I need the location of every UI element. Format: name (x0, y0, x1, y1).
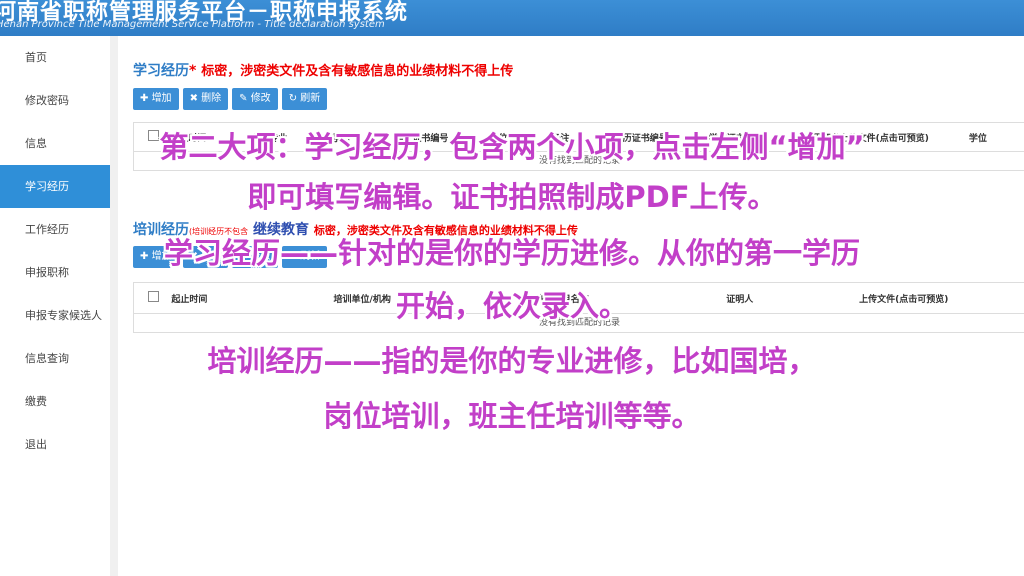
study-add-button[interactable]: ✚ 增加 (133, 88, 179, 110)
caption-line-5: 培训经历——指的是你的专业进修，比如国培， (207, 344, 817, 378)
study-section-title: 学习经历* 标密，涉密类文件及含有敏感信息的业绩材料不得上传 (133, 60, 513, 80)
refresh-icon: ↻ (288, 93, 301, 104)
required-star: * (189, 63, 197, 79)
study-refresh-button[interactable]: ↻ 刷新 (281, 88, 328, 110)
close-icon: ✖ (189, 93, 202, 104)
app-header: 河南省职称管理服务平台－职称申报系统 Henan Province Title … (0, 0, 1024, 36)
caption-line-3: 学习经历——针对的是你的学历进修。从你的第一学历 (163, 236, 860, 270)
study-title: 学习经历 (133, 63, 189, 79)
sidebar-item-home[interactable]: 首页 (0, 36, 110, 79)
study-delete-button[interactable]: ✖ 删除 (182, 88, 229, 110)
plus-icon: ✚ (140, 93, 152, 104)
edit-icon: ✎ (239, 93, 251, 104)
caption-line-1: 第二大项：学习经历，包含两个小项，点击左侧“增加” (159, 130, 865, 164)
caption-line-6: 岗位培训，班主任培训等等。 (323, 399, 701, 433)
study-edit-button[interactable]: ✎ 修改 (232, 88, 278, 110)
sidebar-item-change-password[interactable]: 修改密码 (0, 79, 110, 122)
app-subtitle: Henan Province Title Management Service … (0, 19, 385, 30)
study-toolbar: ✚ 增加 ✖ 删除 ✎ 修改 ↻ 刷新 (133, 88, 328, 110)
study-warning: 标密，涉密类文件及含有敏感信息的业绩材料不得上传 (201, 64, 514, 79)
caption-line-2: 即可填写编辑。证书拍照制成PDF上传。 (247, 180, 777, 214)
caption-line-4: 开始，依次录入。 (395, 289, 628, 323)
